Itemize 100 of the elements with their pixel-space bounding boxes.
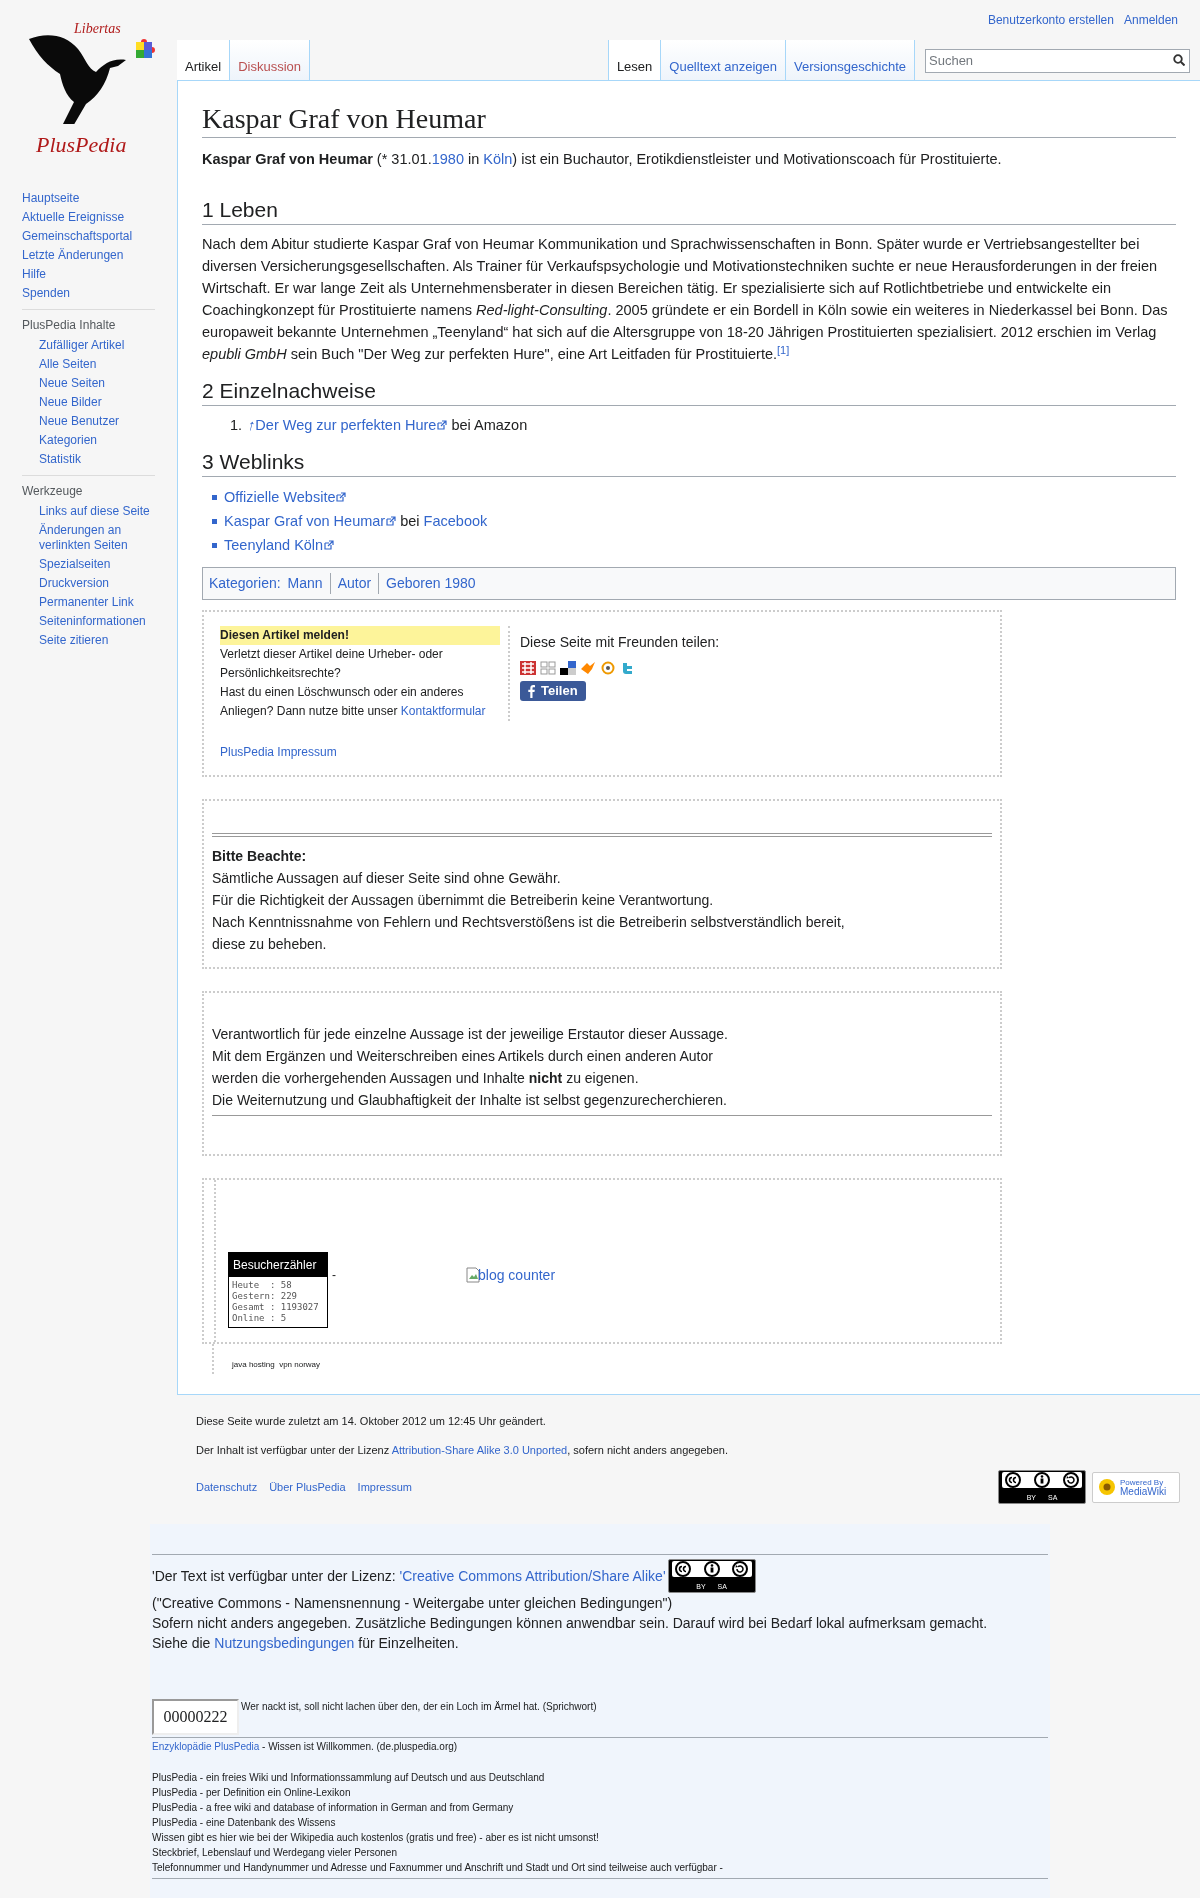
sidebar-link[interactable]: Aktuelle Ereignisse [22, 208, 155, 227]
search-icon [1173, 54, 1185, 66]
sidebar-link[interactable]: Neue Seiten [22, 374, 155, 393]
sunflower-icon [1097, 1477, 1117, 1497]
counter-line: Gestern: 229 [232, 1291, 299, 1302]
license-text: 'Der Text ist verfügbar unter der Lizenz: 'Creative Commons Attribution/Share Alike' [152, 1566, 666, 1586]
license-text: Siehe die Nutzungsbedingungen für Einzelheiten. [152, 1634, 460, 1653]
about-text: PlusPedia - ein freies Wiki und Informationssammlung auf Deutsch und aus Deutschland [152, 1771, 546, 1785]
tab[interactable]: Artikel [177, 40, 231, 80]
tab[interactable]: Versionsgeschichte [786, 40, 915, 80]
tab[interactable]: Quelltext anzeigen [661, 40, 786, 80]
sidebar-link[interactable]: Letzte Änderungen [22, 246, 155, 265]
twitter-icon [620, 661, 634, 675]
counter-line: Online : 5 [232, 1313, 288, 1324]
sidebar-link[interactable]: Seite zitieren [22, 631, 155, 650]
footer-link[interactable]: Datenschutz [196, 1478, 258, 1496]
widget-title: Besucherzähler [229, 1253, 327, 1277]
sidebar-link[interactable]: Statistik [22, 450, 155, 469]
sidebar-link[interactable]: Druckversion [22, 574, 155, 593]
external-link-icon [336, 492, 347, 502]
category-link[interactable]: Autor [329, 573, 379, 594]
bullet-icon [212, 518, 217, 524]
cc-icon [674, 1561, 691, 1577]
page-title: Kaspar Graf von Heumar [202, 101, 1176, 138]
separator-text: - [332, 1267, 336, 1284]
link[interactable]: 1980 [431, 151, 464, 167]
link[interactable]: Kontaktformular [400, 704, 486, 718]
reference-item: ↑Der Weg zur perfekten Hure bei Amazon [248, 414, 528, 436]
badge-label: MediaWiki [1120, 1487, 1167, 1496]
category-link[interactable]: Mann [280, 573, 330, 594]
sidebar-link[interactable]: Hauptseite [22, 189, 155, 208]
footer-link[interactable]: Impressum [357, 1478, 412, 1496]
sidebar-link[interactable]: Permanenter Link [22, 593, 155, 612]
notice-text: diese zu beheben. [212, 935, 328, 954]
category-link[interactable]: Geboren 1980 [378, 573, 483, 594]
sidebar-link[interactable]: Änderungen an verlinkten Seiten [22, 521, 155, 555]
share-heading: Diese Seite mit Freunden teilen: [520, 633, 720, 652]
external-link-icon [324, 540, 335, 550]
blocks-icon [560, 661, 576, 675]
report-heading: Diesen Artikel melden! [220, 626, 500, 645]
sidebar-link[interactable]: Gemeinschaftsportal [22, 227, 155, 246]
footer-link[interactable]: Über PlusPedia [269, 1478, 346, 1496]
sidebar-link[interactable]: Alle Seiten [22, 355, 155, 374]
site-text: Enzyklopädie PlusPedia - Wissen ist Willkommen. (de.pluspedia.org) [152, 1740, 459, 1754]
sidebar-link[interactable]: Spenden [22, 284, 155, 303]
sidebar-link[interactable]: Hilfe [22, 265, 155, 284]
link[interactable]: Köln [483, 151, 513, 167]
category-label[interactable]: Kategorien: [209, 573, 281, 594]
about-text: Wissen gibt es hier wie bei der Wikipedia auch kostenlos (gratis und free) - aber es ist nicht umsonst! [152, 1831, 600, 1845]
logo-text: Libertas [74, 20, 121, 38]
impressum-link[interactable]: PlusPedia Impressum [220, 743, 337, 761]
link[interactable]: Nutzungsbedingungen [214, 1635, 355, 1651]
quote-text: Wer nackt ist, soll nicht lachen über den, der ein Loch im Ärmel hat. (Sprichwort) [241, 1700, 597, 1714]
account-link[interactable]: Benutzerkonto erstellen [987, 11, 1114, 40]
sidebar-link[interactable]: Neue Bilder [22, 393, 155, 412]
by-icon [1034, 1472, 1050, 1488]
link[interactable]: Facebook [423, 513, 488, 529]
notice-text: werden die vorhergehenden Aussagen und Inhalte nicht zu eigenen. [212, 1069, 640, 1088]
search-field[interactable]: Suchen [925, 48, 1190, 73]
sidebar-link[interactable]: Neue Benutzer [22, 412, 155, 431]
sidebar-link[interactable]: Kategorien [22, 431, 155, 450]
about-text: Steckbrief, Lebenslauf und Werdegang vieler Personen [152, 1846, 398, 1860]
by-icon [703, 1561, 720, 1577]
sidebar-heading: PlusPedia Inhalte [22, 317, 117, 334]
sidebar-link[interactable]: Zufälliger Artikel [22, 336, 155, 355]
tab[interactable]: Lesen [608, 40, 662, 80]
sidebar-link[interactable]: Seiteninformationen [22, 612, 155, 631]
sidebar-heading: Werkzeuge [22, 483, 84, 500]
link[interactable]: Enzyklopädie PlusPedia [152, 1741, 260, 1752]
share-button[interactable]: Teilen [520, 681, 586, 701]
notice-text: Für die Richtigkeit der Aussagen übernimmt die Betreiberin keine Verantwortung. [212, 891, 715, 910]
sa-icon [732, 1561, 749, 1577]
counter-line: Gesamt : 1193027 [232, 1302, 320, 1313]
link[interactable]: [1] [777, 343, 790, 356]
link[interactable]: 'Creative Commons Attribution/Share Alike' [399, 1567, 666, 1584]
link[interactable]: Der Weg zur perfekten Hure [255, 417, 448, 433]
link[interactable]: Offizielle Website [224, 489, 347, 505]
ring-icon [600, 661, 616, 675]
powered-by-badge[interactable]: Powered By MediaWiki [1092, 1471, 1180, 1503]
about-text: PlusPedia - a free wiki and database of information in German and from Germany [152, 1801, 515, 1815]
external-link-icon [437, 420, 448, 430]
badge-label: Powered By [1120, 1478, 1164, 1487]
logo-text: PlusPedia [36, 131, 127, 159]
link[interactable]: Kaspar Graf von Heumar [224, 513, 397, 529]
broken-image-icon [466, 1267, 480, 1283]
weblink-item: Kaspar Graf von Heumar bei Facebook [224, 512, 488, 531]
account-link[interactable]: Anmelden [1123, 11, 1178, 40]
link[interactable]: Teenyland Köln [224, 537, 335, 553]
about-text: PlusPedia - eine Datenbank des Wissens [152, 1816, 337, 1830]
notice-text: Verantwortlich für jede einzelne Aussage ist der jeweilige Erstautor dieser Aussage. [212, 1025, 729, 1044]
license-text: ("Creative Commons - Namensnennung - Weitergabe unter gleichen Bedingungen") [152, 1594, 674, 1613]
report-text: Verletzt dieser Artikel deine Urheber- oder [220, 646, 444, 663]
license-text: Der Inhalt ist verfügbar unter der Lizenz Attribution-Share Alike 3.0 Unported, sofern nicht anders angegeben. [196, 1442, 729, 1458]
report-text: Persönlichkeitsrechte? [220, 665, 342, 682]
notice-text: Sämtliche Aussagen auf dieser Seite sind ohne Gewähr. [212, 869, 562, 888]
hit-counter: 00000222 [152, 1699, 239, 1735]
sidebar-link[interactable]: Spezialseiten [22, 555, 155, 574]
tab[interactable]: Diskussion [230, 40, 310, 80]
external-link-icon [386, 516, 397, 526]
sidebar-link[interactable]: Links auf diese Seite [22, 502, 155, 521]
